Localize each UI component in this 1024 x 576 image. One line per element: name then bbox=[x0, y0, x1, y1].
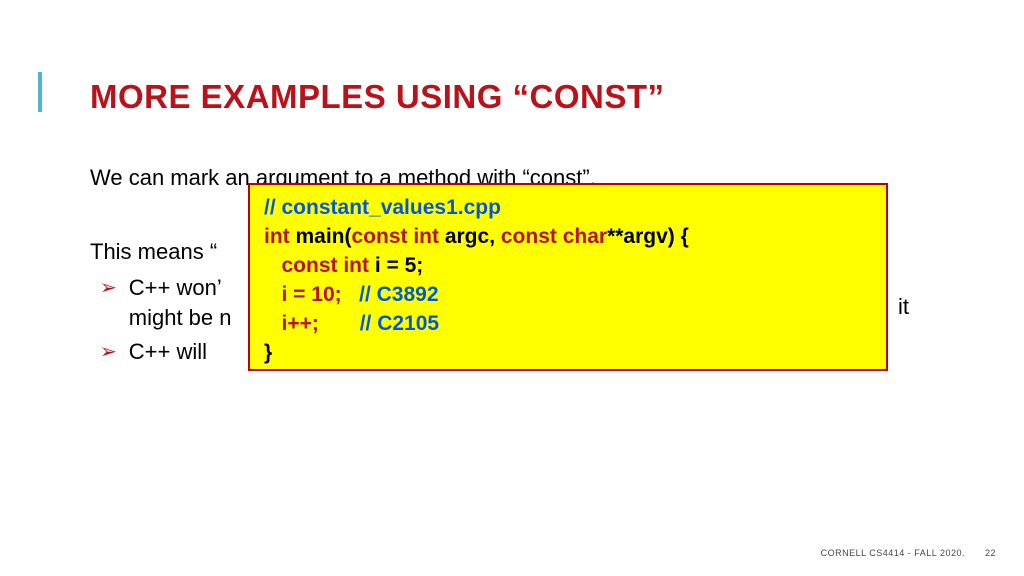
arrow-icon: ➢ bbox=[100, 273, 117, 303]
slide-title: MORE EXAMPLES USING “CONST” bbox=[90, 78, 665, 116]
code-line-3: const int i = 5; bbox=[264, 251, 872, 280]
footer: CORNELL CS4414 - FALL 2020. 22 bbox=[821, 548, 996, 558]
bullet-1-text-a: C++ won’ bbox=[129, 273, 232, 303]
slide-number: 22 bbox=[985, 548, 996, 558]
bullet-1-text-b: might be n bbox=[129, 303, 232, 333]
code-line-6: } bbox=[264, 338, 872, 367]
code-box: // constant_values1.cpp int main(const i… bbox=[248, 183, 888, 371]
footer-course: CORNELL CS4414 - FALL 2020. bbox=[821, 548, 965, 558]
code-line-1: // constant_values1.cpp bbox=[264, 193, 872, 222]
text-fragment-right: it bbox=[898, 294, 909, 320]
bullet-2-text: C++ will bbox=[129, 337, 207, 367]
accent-bar bbox=[38, 72, 42, 112]
code-line-4: i = 10; // C3892 bbox=[264, 280, 872, 309]
code-line-5: i++; // C2105 bbox=[264, 309, 872, 338]
arrow-icon: ➢ bbox=[100, 337, 117, 367]
code-line-2: int main(const int argc, const char**arg… bbox=[264, 222, 872, 251]
